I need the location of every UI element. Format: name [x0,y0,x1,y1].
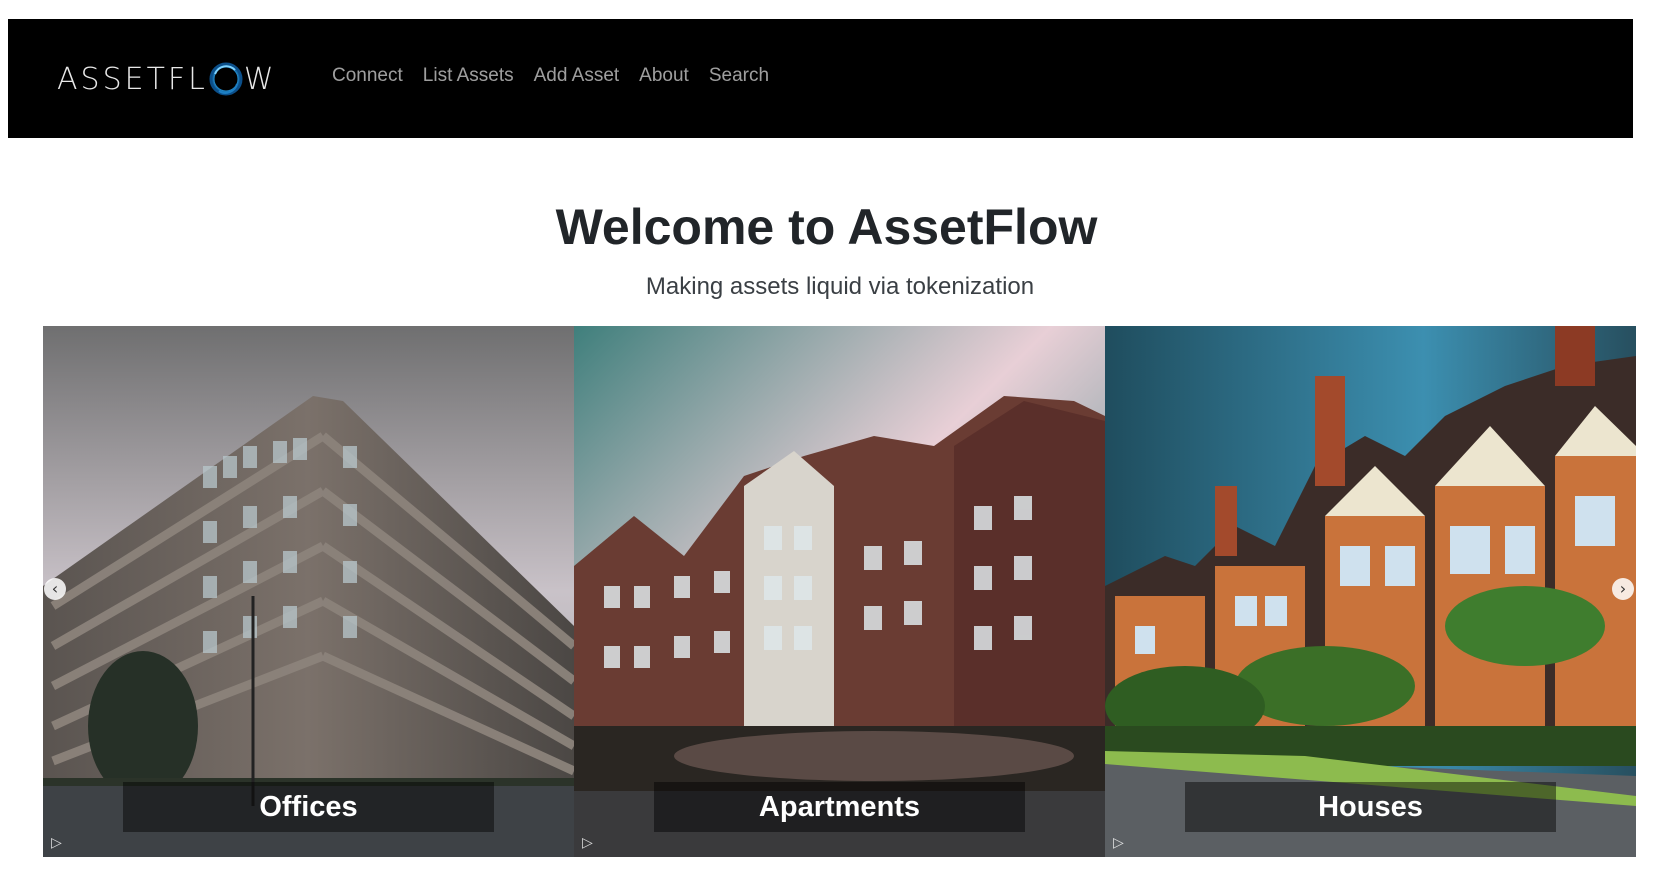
brand-text-right: W [243,61,277,97]
page-title: Welcome to AssetFlow [555,199,1098,255]
brand-logo[interactable]: ASSETFL W [57,61,277,97]
carousel-next-button[interactable]: › [1612,578,1634,600]
nav-add-asset[interactable]: Add Asset [524,65,630,87]
nav-list-assets[interactable]: List Assets [413,65,524,87]
image-credit-icon: ▷ [582,835,593,851]
brand-ring-icon [209,62,243,96]
asset-carousel: Offices ▷ Apartments ▷ Houses ▷ [43,326,1637,857]
brand-text-left: ASSETFL [57,61,208,97]
nav-about[interactable]: About [629,65,699,87]
carousel-prev-button[interactable]: ‹ [44,578,66,600]
carousel-slide-offices[interactable]: Offices ▷ [43,326,574,857]
chevron-right-icon: › [1619,579,1627,598]
carousel-slide-houses[interactable]: Houses ▷ [1105,326,1636,857]
slide-caption-houses: Houses [1185,782,1556,832]
houses-image [1105,326,1636,857]
slide-caption-offices: Offices [123,782,494,832]
image-credit-icon: ▷ [51,835,62,851]
carousel-slide-apartments[interactable]: Apartments ▷ [574,326,1105,857]
apartments-image [574,326,1105,857]
nav-search[interactable]: Search [699,65,779,87]
image-credit-icon: ▷ [1113,835,1124,851]
chevron-left-icon: ‹ [51,579,59,598]
navbar: ASSETFL W Connect List Assets Add Asset … [8,19,1633,138]
page-subtitle: Making assets liquid via tokenization [645,273,1035,300]
offices-image [43,326,574,857]
nav-links: Connect List Assets Add Asset About Sear… [324,65,779,87]
nav-connect[interactable]: Connect [324,65,413,87]
slide-caption-apartments: Apartments [654,782,1025,832]
